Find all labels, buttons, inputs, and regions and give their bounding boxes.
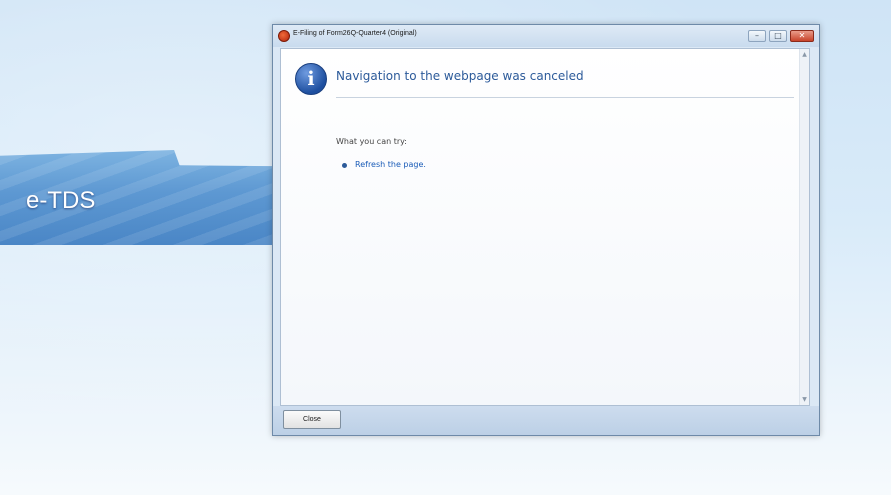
dialog-footer: Close (273, 406, 819, 435)
bullet-icon (342, 163, 347, 168)
scroll-down-icon[interactable]: ▼ (801, 396, 808, 403)
app-icon (278, 30, 290, 42)
browser-content: i Navigation to the webpage was canceled… (280, 48, 810, 406)
refresh-page-link[interactable]: Refresh the page. (355, 160, 426, 169)
vertical-scrollbar[interactable]: ▲ ▼ (799, 49, 809, 405)
heading-divider (336, 97, 794, 98)
close-window-button[interactable]: ✕ (790, 30, 814, 42)
suggestions-heading: What you can try: (336, 137, 407, 146)
dialog-window: E-Filing of Form26Q-Quarter4 (Original) … (272, 24, 820, 436)
minimize-button[interactable]: – (748, 30, 766, 42)
scroll-up-icon[interactable]: ▲ (801, 51, 808, 58)
window-title: E-Filing of Form26Q-Quarter4 (Original) (293, 30, 417, 37)
error-heading: Navigation to the webpage was canceled (336, 69, 584, 83)
close-button[interactable]: Close (283, 410, 341, 429)
title-bar[interactable]: E-Filing of Form26Q-Quarter4 (Original) … (273, 25, 819, 47)
info-icon: i (295, 63, 327, 95)
etds-banner-label: e-TDS (26, 187, 96, 214)
maximize-button[interactable]: □ (769, 30, 787, 42)
